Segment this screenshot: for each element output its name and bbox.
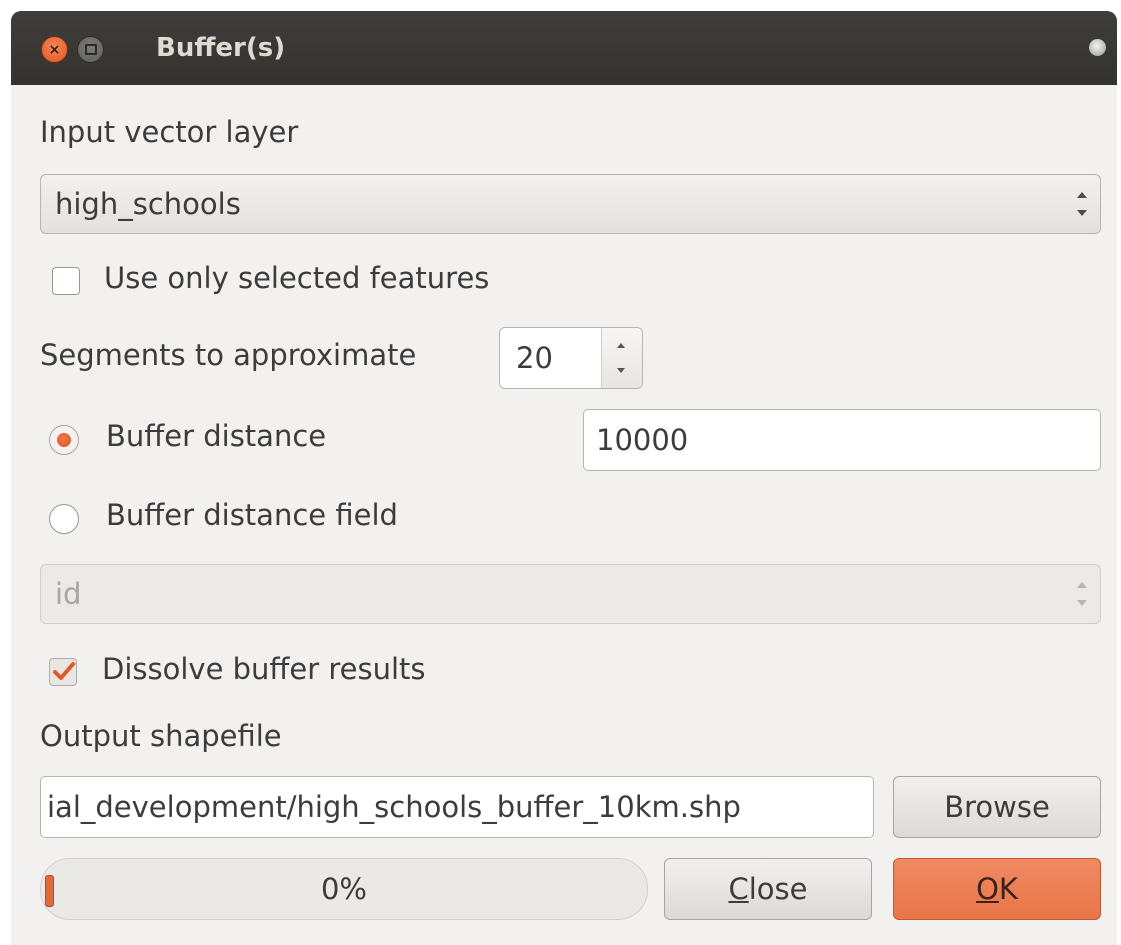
window-title: Buffer(s) (156, 33, 286, 63)
checkmark-icon (53, 662, 75, 680)
dissolve-label: Dissolve buffer results (102, 652, 426, 686)
combo-arrows-icon (1076, 192, 1088, 216)
segments-label: Segments to approximate (40, 338, 417, 372)
buffer-distance-input[interactable]: 10000 (583, 409, 1101, 471)
title-bar[interactable]: × Buffer(s) (11, 11, 1117, 85)
maximize-icon (84, 44, 97, 55)
dissolve-checkbox[interactable] (49, 658, 77, 686)
output-file-input[interactable]: ial_development/high_schools_buffer_10km… (40, 776, 874, 838)
maximize-window-button[interactable] (77, 36, 104, 63)
buffer-dialog: × Buffer(s) Input vector layer high_scho… (11, 11, 1117, 945)
output-file-value: ial_development/high_schools_buffer_10km… (47, 790, 741, 824)
distance-field-combo: id (40, 564, 1101, 624)
segments-value: 20 (516, 341, 553, 375)
output-label: Output shapefile (40, 719, 282, 753)
distance-field-value: id (55, 577, 82, 611)
ok-label-rest: K (998, 872, 1018, 906)
close-button[interactable]: Close (664, 858, 872, 920)
buffer-distance-field-label: Buffer distance field (106, 498, 398, 532)
buffer-distance-value: 10000 (596, 423, 689, 457)
combo-arrows-icon (1076, 582, 1088, 606)
segments-stepper[interactable] (601, 328, 642, 388)
close-label-rest: lose (748, 872, 808, 906)
ok-mnemonic: O (976, 872, 999, 906)
step-up-icon (617, 343, 625, 348)
browse-button[interactable]: Browse (893, 776, 1101, 838)
use-selected-label: Use only selected features (104, 261, 490, 295)
progress-bar: 0% (40, 858, 648, 920)
input-layer-label: Input vector layer (40, 115, 299, 149)
buffer-distance-field-radio[interactable] (49, 504, 79, 534)
input-layer-value: high_schools (55, 187, 241, 221)
window-menu-icon[interactable] (1089, 39, 1106, 56)
use-selected-checkbox[interactable] (52, 267, 80, 295)
close-mnemonic: C (728, 872, 749, 906)
step-down-icon (617, 368, 625, 373)
progress-text: 0% (320, 872, 367, 906)
buffer-distance-label: Buffer distance (106, 419, 327, 453)
ok-button[interactable]: OK (893, 858, 1101, 920)
close-window-button[interactable]: × (41, 36, 68, 63)
buffer-distance-radio[interactable] (49, 425, 79, 455)
segments-spinbox[interactable]: 20 (499, 327, 643, 389)
close-icon: × (48, 41, 61, 58)
input-layer-combo[interactable]: high_schools (40, 174, 1101, 234)
